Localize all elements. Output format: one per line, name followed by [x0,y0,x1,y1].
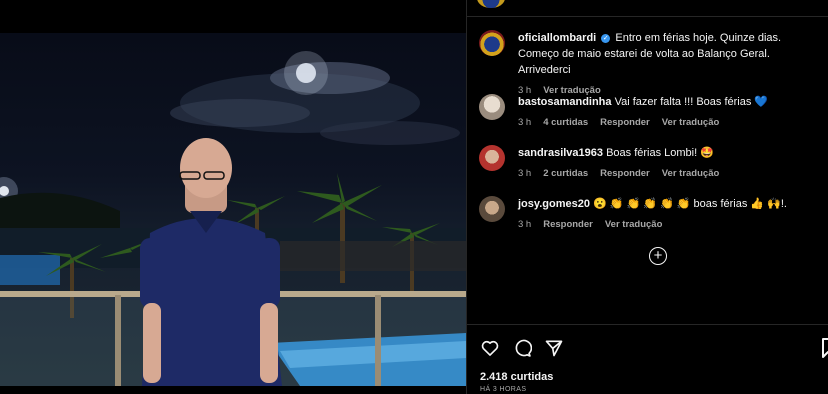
header-avatar[interactable] [477,0,505,8]
comment-username[interactable]: josy.gomes20 [518,198,590,210]
paper-plane-icon[interactable] [544,338,564,358]
comment-likes[interactable]: 4 curtidas [543,117,588,128]
reply-button[interactable]: Responder [600,117,650,128]
post-caption: oficiallombardi ✓ Entro em férias hoje. … [479,30,819,96]
photo-illustration [0,51,466,386]
translate-button[interactable]: Ver tradução [662,168,720,179]
comment-username[interactable]: sandrasilva1963 [518,147,603,159]
author-avatar[interactable] [479,30,505,56]
comments-panel: oficiallombardi ✓ Entro em férias hoje. … [466,0,828,394]
comment-item: josy.gomes20 😮 👏 👏 👏 👏 👏 boas férias 👍 🙌… [479,196,819,230]
post-photo[interactable] [0,33,466,386]
heart-icon[interactable] [480,338,500,358]
comment-username[interactable]: bastosamandinha [518,96,612,108]
reply-button[interactable]: Responder [543,219,593,230]
reply-button[interactable]: Responder [600,168,650,179]
commenter-avatar[interactable] [479,94,505,120]
commenter-avatar[interactable] [479,145,505,171]
author-username[interactable]: oficiallombardi [518,32,596,44]
divider [467,324,828,325]
comment-item: sandrasilva1963 Boas férias Lombi! 🤩 3 h… [479,145,819,179]
divider [467,16,828,17]
comment-text: Vai fazer falta !!! Boas férias 💙 [614,96,769,108]
comment-text: Boas férias Lombi! 🤩 [606,147,714,159]
post-media-area [0,0,466,394]
translate-button[interactable]: Ver tradução [605,219,663,230]
bookmark-icon[interactable] [822,338,828,358]
likes-count[interactable]: 2.418 curtidas [480,371,553,383]
translate-button[interactable]: Ver tradução [662,117,720,128]
comment-time: 3 h [518,117,532,128]
verified-badge-icon: ✓ [601,34,611,43]
commenter-avatar[interactable] [479,196,505,222]
comment-item: bastosamandinha Vai fazer falta !!! Boas… [479,94,819,128]
post-actions [480,338,564,358]
comment-time: 3 h [518,168,532,179]
comment-likes[interactable]: 2 curtidas [543,168,588,179]
post-timestamp: HÁ 3 HORAS [480,386,527,393]
comment-icon[interactable] [512,338,532,358]
comment-time: 3 h [518,219,532,230]
plus-circle-icon[interactable]: + [649,247,667,265]
comment-text: 😮 👏 👏 👏 👏 👏 boas férias 👍 🙌!. [593,198,787,210]
